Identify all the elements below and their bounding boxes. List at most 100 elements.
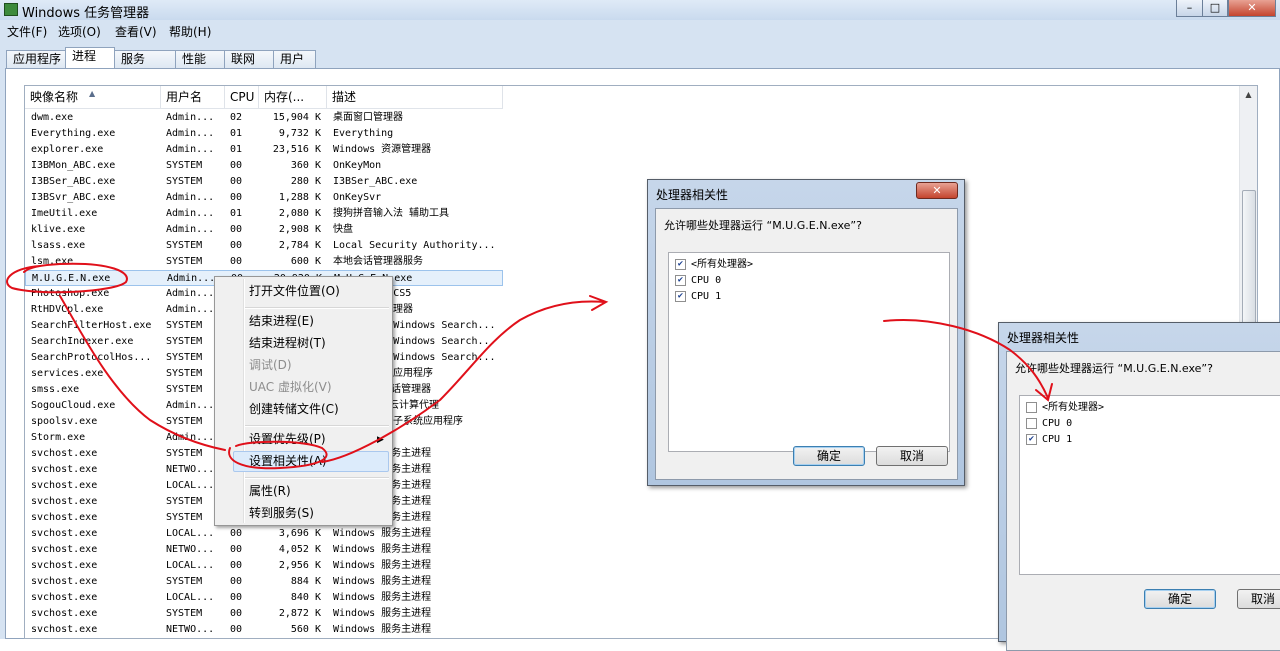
scroll-up-icon[interactable]: ▲ [1240,86,1257,103]
menu-help[interactable]: 帮助(H) [169,23,211,40]
process-user: Admin... [167,273,216,284]
column-cpu[interactable]: CPU [225,86,259,108]
checkbox[interactable] [1026,402,1037,413]
dialog-title: 处理器相关性 [656,188,729,202]
process-name: SearchIndexer.exe [31,336,134,347]
process-user: Admin... [166,224,215,235]
process-description: Windows 服务主进程 [333,576,432,587]
process-memory: 600 K [290,256,321,267]
process-user: SYSTEM [166,256,203,267]
menu-set-priority[interactable]: 设置优先级(P) [249,429,326,449]
table-row[interactable]: dwm.exe Admin... 02 15,904 K 桌面窗口管理器 [25,110,503,126]
tab-users[interactable]: 用户 [273,50,316,69]
process-description: I3BSer_ABC.exe [333,176,418,187]
table-row[interactable]: explorer.exe Admin... 01 23,516 K Windows 资源… [25,142,503,158]
process-user: Admin... [166,208,215,219]
table-row[interactable]: svchost.exe NETWO... 00 4,052 K Windows 服务主进… [25,542,503,558]
cancel-button[interactable]: 取消 [1237,589,1280,609]
process-name: svchost.exe [31,528,98,539]
process-memory: 560 K [290,624,321,635]
menu-properties[interactable]: 属性(R) [249,481,291,501]
menu-end-process[interactable]: 结束进程(E) [249,311,314,331]
window-title: Windows 任务管理器 [22,6,150,21]
process-memory: 2,784 K [278,240,321,251]
menu-file[interactable]: 文件(F) [7,23,47,40]
process-name: I3BSer_ABC.exe [31,176,116,187]
process-memory: 2,080 K [278,208,321,219]
table-row[interactable]: svchost.exe SYSTEM 00 884 K Windows 服务主进程 [25,574,503,590]
tab-applications[interactable]: 应用程序 [6,50,66,69]
dialog-prompt: 允许哪些处理器运行 “M.U.G.E.N.exe”? [664,219,862,232]
tab-performance[interactable]: 性能 [175,50,225,69]
column-description[interactable]: 描述 [327,86,503,108]
process-cpu: 00 [230,176,243,187]
process-user: SYSTEM [166,320,203,331]
process-user: SYSTEM [166,496,203,507]
column-image-name[interactable]: 映像名称 ▲ [25,86,161,108]
process-memory: 3,696 K [278,528,321,539]
table-row[interactable]: I3BSvr_ABC.exe Admin... 00 1,288 K OnKeySvr [25,190,503,206]
process-cpu: 00 [230,576,243,587]
menu-view[interactable]: 查看(V) [115,23,157,40]
process-name: RtHDVCpl.exe [31,304,104,315]
ok-button[interactable]: 确定 [1144,589,1216,609]
process-description: Windows 服务主进程 [333,528,432,539]
checkbox[interactable]: ✔ [675,259,686,270]
process-description: Windows 服务主进程 [333,624,432,635]
checkbox[interactable]: ✔ [675,291,686,302]
process-memory: 2,908 K [278,224,321,235]
column-memory[interactable]: 内存(... [259,86,327,108]
menu-debug[interactable]: 调试(D) [249,355,292,375]
dialog-close-button[interactable]: ✕ [916,182,958,199]
process-name: ImeUtil.exe [31,208,98,219]
menu-go-to-service[interactable]: 转到服务(S) [249,503,314,523]
process-description: OnKeySvr [333,192,382,203]
process-description: Windows 服务主进程 [333,592,432,603]
table-row[interactable]: svchost.exe LOCAL... 00 3,696 K Windows 服务主进… [25,526,503,542]
table-row[interactable]: Everything.exe Admin... 01 9,732 K Everythin… [25,126,503,142]
table-row[interactable]: svchost.exe NETWO... 00 560 K Windows 服务主进程 [25,622,503,638]
menu-open-file-location[interactable]: 打开文件位置(O) [249,281,340,301]
checkbox[interactable]: ✔ [1026,434,1037,445]
table-row[interactable]: lsass.exe SYSTEM 00 2,784 K Local Security A… [25,238,503,254]
process-user: Admin... [166,432,215,443]
process-user: SYSTEM [166,576,203,587]
process-user: LOCAL... [166,480,215,491]
tab-processes[interactable]: 进程 [65,47,115,70]
menu-create-dump[interactable]: 创建转储文件(C) [249,399,339,419]
tab-services[interactable]: 服务 [114,50,176,69]
process-name: I3BSvr_ABC.exe [31,192,116,203]
tab-networking[interactable]: 联网 [224,50,274,69]
table-row[interactable]: lsm.exe SYSTEM 00 600 K 本地会话管理器服务 [25,254,503,270]
table-row[interactable]: svchost.exe LOCAL... 00 840 K Windows 服务主进程 [25,590,503,606]
process-cpu: 02 [230,112,243,123]
checkbox[interactable]: ✔ [675,275,686,286]
ok-button[interactable]: 确定 [793,446,865,466]
table-row[interactable]: svchost.exe LOCAL... 00 2,956 K Windows 服务主进… [25,558,503,574]
column-user[interactable]: 用户名 [161,86,225,108]
menu-options[interactable]: 选项(O) [58,23,101,40]
maximize-button[interactable]: □ [1202,0,1228,17]
process-user: SYSTEM [166,368,203,379]
process-name: smss.exe [31,384,80,395]
menu-end-process-tree[interactable]: 结束进程树(T) [249,333,326,353]
process-user: Admin... [166,112,215,123]
table-row[interactable]: I3BSer_ABC.exe SYSTEM 00 280 K I3BSer_ABC.ex… [25,174,503,190]
table-row[interactable]: klive.exe Admin... 00 2,908 K 快盘 [25,222,503,238]
process-name: explorer.exe [31,144,104,155]
table-row[interactable]: ImeUtil.exe Admin... 01 2,080 K 搜狗拼音输入法 辅助工具 [25,206,503,222]
menu-uac-virtualization[interactable]: UAC 虚拟化(V) [249,377,332,397]
table-row[interactable]: svchost.exe SYSTEM 00 2,872 K Windows 服务主进程 [25,606,503,622]
affinity-dialog-1: 处理器相关性 ✕ 允许哪些处理器运行 “M.U.G.E.N.exe”? ✔ <所有… [647,179,965,486]
process-memory: 1,288 K [278,192,321,203]
menu-set-affinity[interactable]: 设置相关性(A) [249,451,327,471]
checkbox[interactable] [1026,418,1037,429]
title-bar: Windows 任务管理器 – □ ✕ [0,0,1280,21]
close-button[interactable]: ✕ [1228,0,1276,17]
process-memory: 840 K [290,592,321,603]
table-row[interactable]: I3BMon_ABC.exe SYSTEM 00 360 K OnKeyMon [25,158,503,174]
minimize-button[interactable]: – [1176,0,1203,17]
cancel-button[interactable]: 取消 [876,446,948,466]
process-cpu: 00 [230,592,243,603]
process-cpu: 01 [230,144,243,155]
